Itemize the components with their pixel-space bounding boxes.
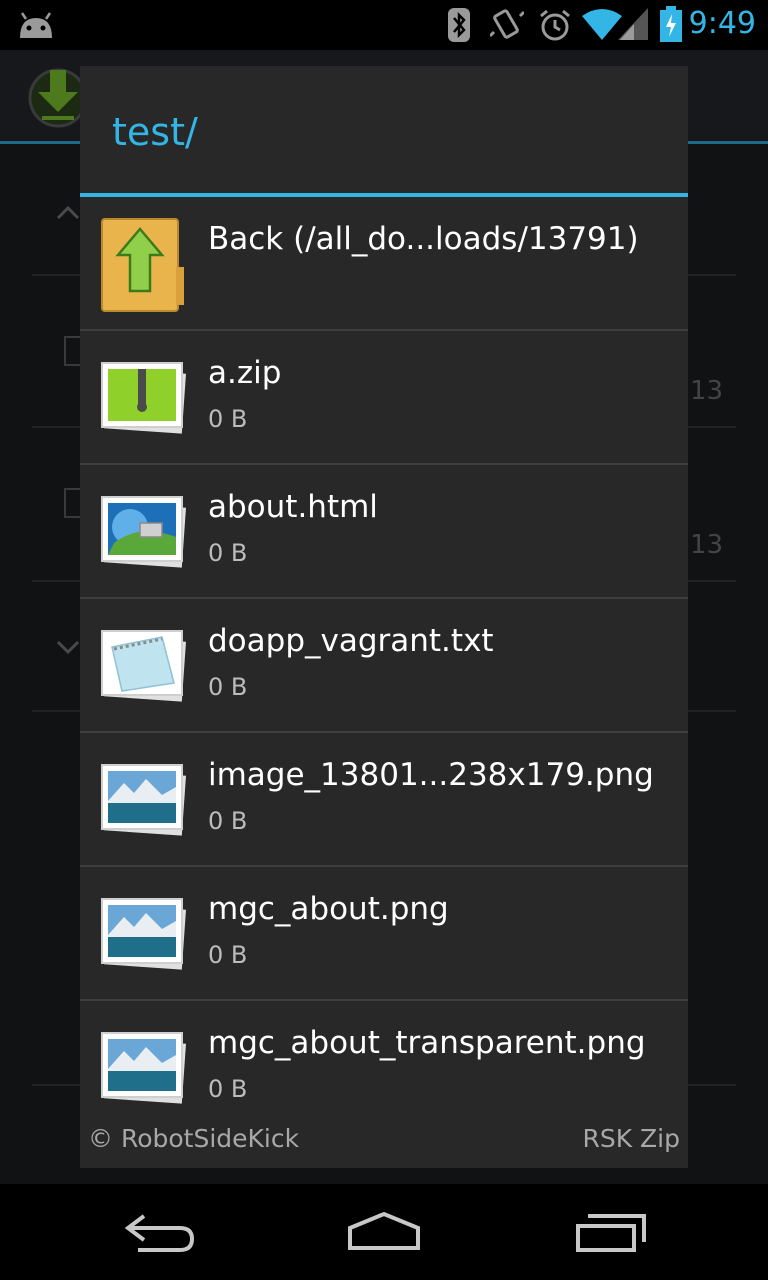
- file-name: image_13801...238x179.png: [208, 757, 654, 793]
- navigation-bar: [0, 1184, 768, 1280]
- alarm-icon: [540, 9, 570, 41]
- file-size: 0 B: [208, 539, 248, 567]
- android-icon: [20, 12, 52, 38]
- text-file-icon: [101, 630, 186, 702]
- html-file-icon: [101, 496, 186, 568]
- zip-file-icon: [101, 362, 186, 434]
- vibrate-icon: [490, 9, 524, 39]
- footer-copyright: © RobotSideKick: [88, 1124, 300, 1153]
- home-icon[interactable]: [344, 1208, 424, 1256]
- battery-icon: [660, 6, 682, 42]
- file-name: a.zip: [208, 355, 282, 391]
- file-size: 0 B: [208, 405, 248, 433]
- background-value: 13: [690, 530, 724, 560]
- wifi-icon: [582, 9, 622, 40]
- file-name: doapp_vagrant.txt: [208, 623, 494, 659]
- image-file-icon: [101, 1032, 186, 1104]
- list-item-file[interactable]: image_13801...238x179.png 0 B: [80, 733, 688, 867]
- file-name: Back (/all_do...loads/13791): [208, 221, 639, 257]
- list-item-file[interactable]: mgc_about.png 0 B: [80, 867, 688, 1001]
- recent-apps-icon[interactable]: [572, 1208, 652, 1256]
- background-value: 13: [690, 376, 724, 406]
- status-clock: 9:49: [688, 6, 756, 41]
- list-item-file[interactable]: a.zip 0 B: [80, 331, 688, 465]
- status-bar: 9:49: [0, 0, 768, 50]
- image-file-icon: [101, 764, 186, 836]
- list-item-back[interactable]: Back (/all_do...loads/13791): [80, 197, 688, 331]
- folder-up-icon: [101, 218, 184, 312]
- footer-app-name: RSK Zip: [582, 1124, 680, 1153]
- chevron-up-icon: [56, 205, 80, 220]
- download-icon: [28, 68, 88, 128]
- file-size: 0 B: [208, 673, 248, 701]
- file-size: 0 B: [208, 941, 248, 969]
- chevron-down-icon: [56, 640, 80, 655]
- dialog-title: test/: [112, 110, 198, 154]
- list-item-file[interactable]: about.html 0 B: [80, 465, 688, 599]
- list-item-file[interactable]: mgc_about_transparent.png 0 B: [80, 1001, 688, 1117]
- file-size: 0 B: [208, 1075, 248, 1103]
- file-name: about.html: [208, 489, 378, 525]
- file-size: 0 B: [208, 807, 248, 835]
- back-icon[interactable]: [122, 1208, 202, 1256]
- image-file-icon: [101, 898, 186, 970]
- file-name: mgc_about.png: [208, 891, 449, 927]
- bluetooth-icon: [448, 8, 470, 42]
- file-picker-dialog: test/ Back (/all_do...loads/13791) a.zip…: [80, 66, 688, 1168]
- file-list[interactable]: Back (/all_do...loads/13791) a.zip 0 B a…: [80, 197, 688, 1117]
- list-item-file[interactable]: doapp_vagrant.txt 0 B: [80, 599, 688, 733]
- signal-icon: [618, 8, 648, 40]
- file-name: mgc_about_transparent.png: [208, 1025, 646, 1061]
